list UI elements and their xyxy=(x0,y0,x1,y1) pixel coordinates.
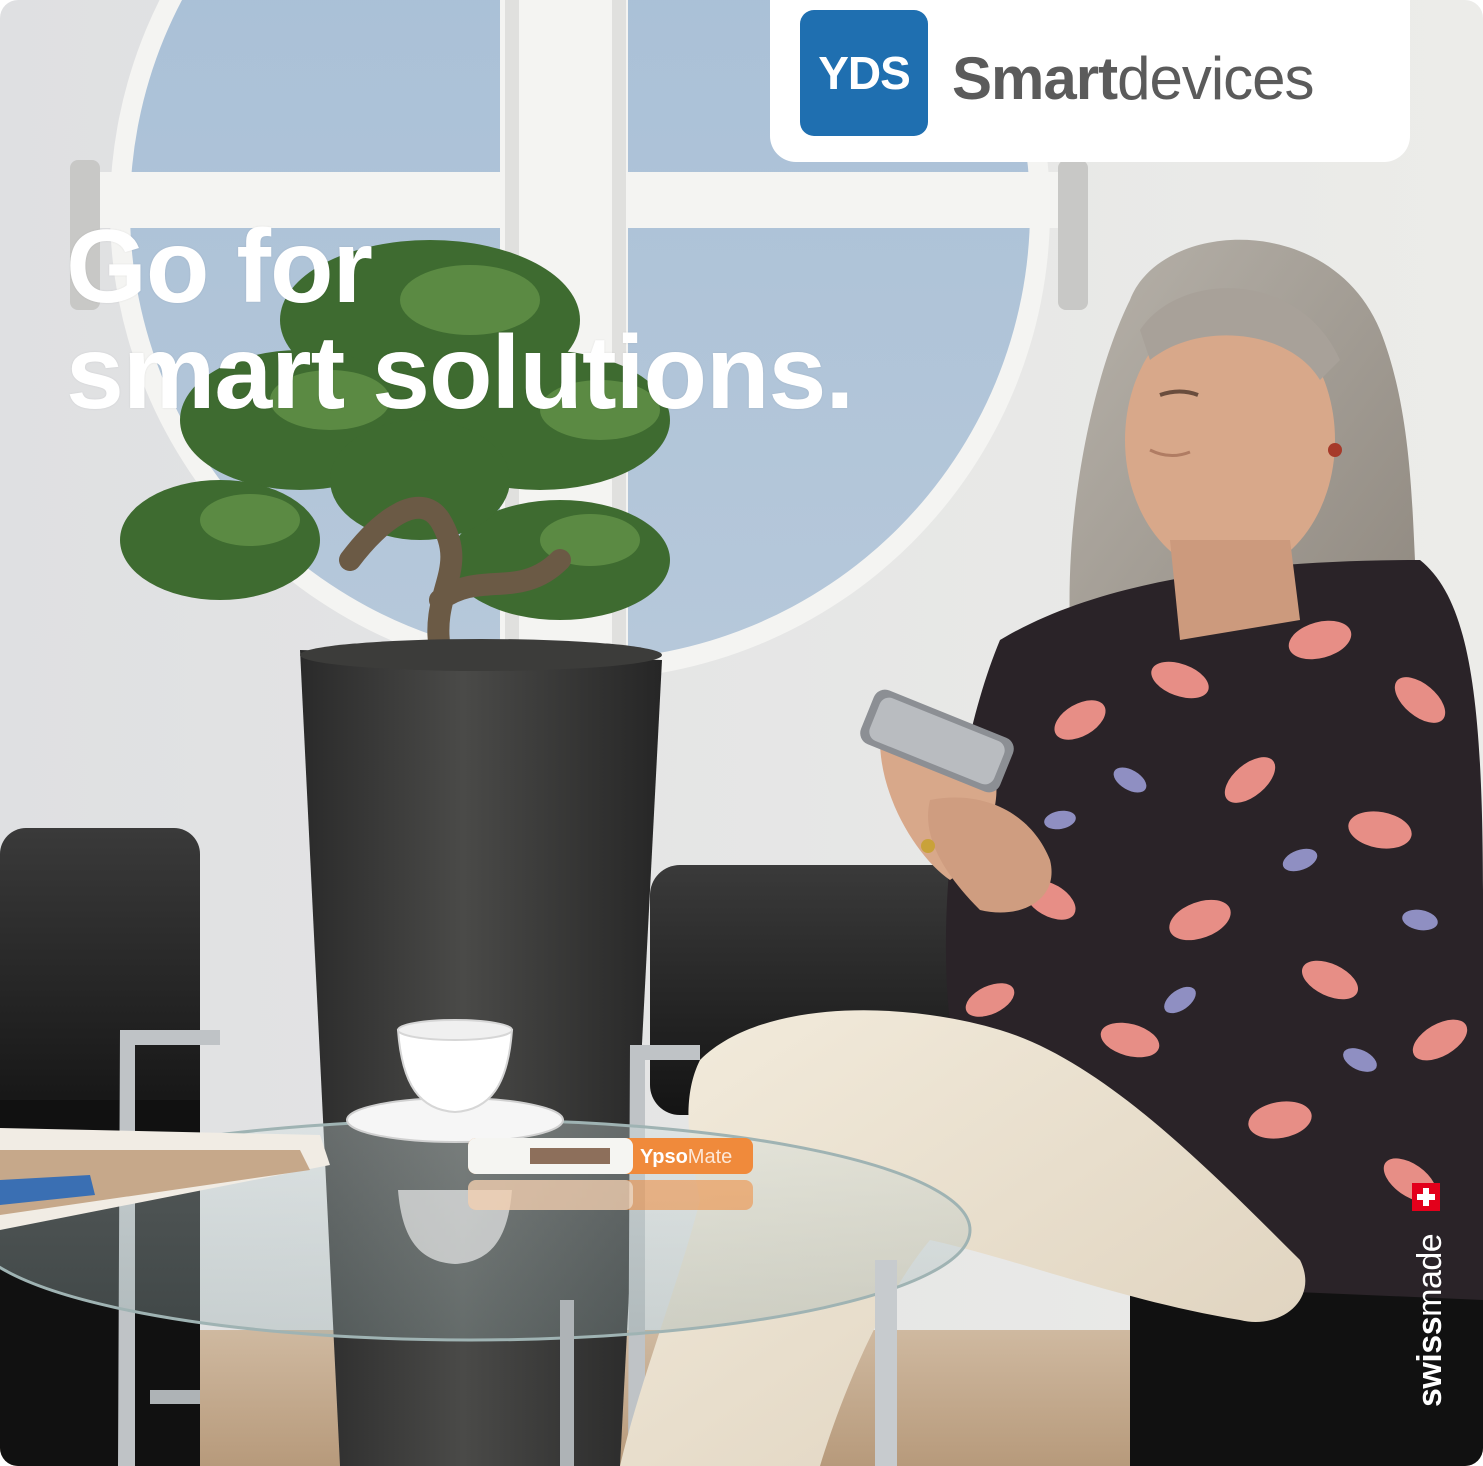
brand-name-light: devices xyxy=(1117,45,1314,112)
pen-label-light: Mate xyxy=(687,1146,733,1168)
brand-logo-icon: YDS xyxy=(800,10,928,136)
pen-label: YpsoMate xyxy=(640,1146,732,1169)
swiss-made-light: made xyxy=(1411,1233,1449,1317)
advertisement: YDS Smartdevices Go for smart solutions.… xyxy=(0,0,1483,1466)
brand-wordmark: Smartdevices xyxy=(952,44,1315,113)
swiss-made-text: swissmade xyxy=(1411,1234,1450,1407)
brand-name-strong: Smart xyxy=(952,45,1118,112)
swiss-made-strong: swiss xyxy=(1411,1316,1449,1407)
headline-line-2: smart solutions. xyxy=(66,315,854,431)
headline-line-1: Go for xyxy=(66,209,373,325)
brand-logo-text: YDS xyxy=(818,47,911,99)
brand-header: YDS Smartdevices xyxy=(770,0,1410,162)
headline: Go for smart solutions. xyxy=(66,209,854,431)
swiss-made-badge: swissmade xyxy=(1408,1183,1450,1407)
swiss-cross-icon xyxy=(1412,1183,1440,1211)
pen-label-strong: Ypso xyxy=(640,1146,688,1168)
